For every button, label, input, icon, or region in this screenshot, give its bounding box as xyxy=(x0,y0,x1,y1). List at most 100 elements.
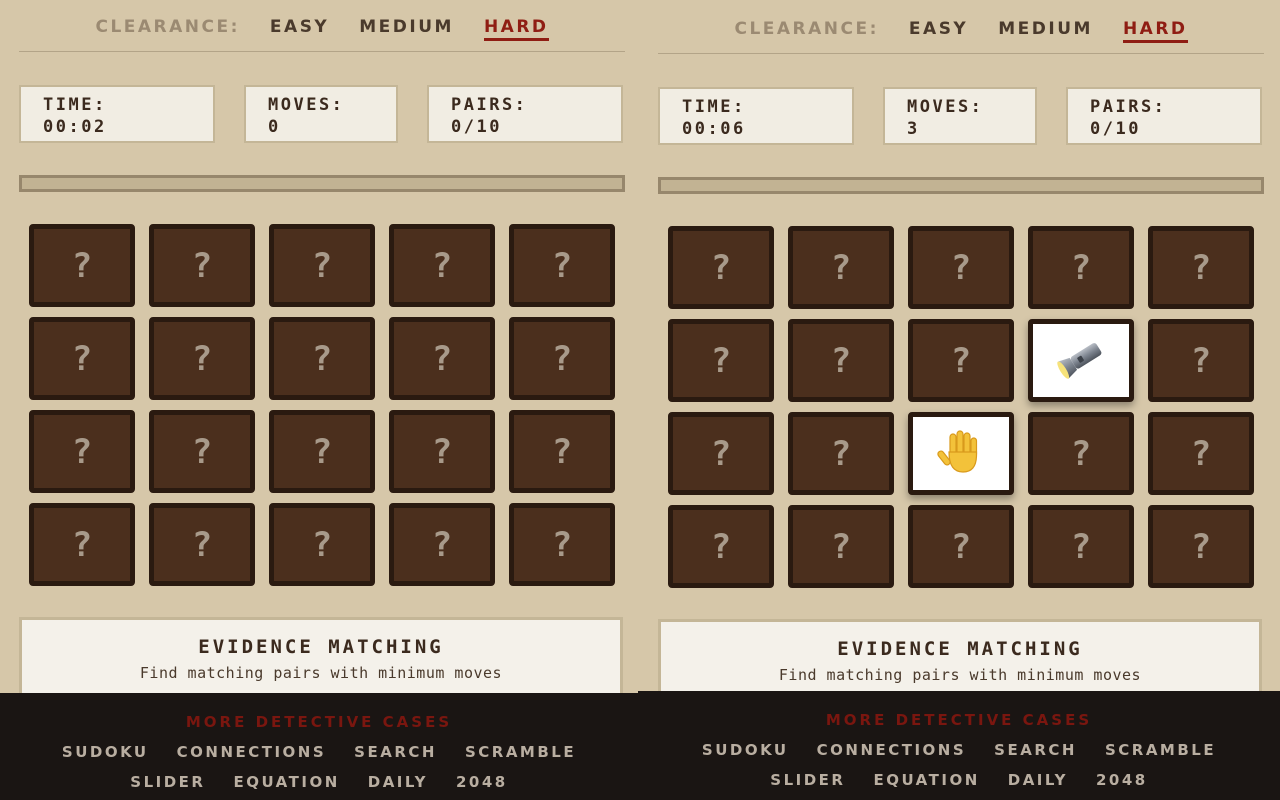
footer-link-2048[interactable]: 2048 xyxy=(1096,771,1148,789)
memory-card[interactable]: ? xyxy=(389,224,495,307)
memory-card[interactable]: ? xyxy=(1148,505,1254,588)
clearance-easy-option[interactable]: EASY xyxy=(270,17,329,38)
card-question-mark: ? xyxy=(431,338,453,379)
memory-card[interactable]: ? xyxy=(668,319,774,402)
footer-link-scramble[interactable]: SCRAMBLE xyxy=(1105,741,1216,759)
memory-card[interactable]: ? xyxy=(788,505,894,588)
game-panel-left: CLEARANCE: EASY MEDIUM HARD TIME: 00:02 … xyxy=(19,0,625,800)
card-question-mark: ? xyxy=(1070,526,1092,567)
memory-card[interactable]: ? xyxy=(908,226,1014,309)
game-title: EVIDENCE MATCHING xyxy=(837,638,1083,660)
memory-card[interactable]: ? xyxy=(788,319,894,402)
footer-link-sudoku[interactable]: SUDOKU xyxy=(62,743,149,761)
memory-card[interactable]: ? xyxy=(1148,319,1254,402)
footer-heading: MORE DETECTIVE CASES xyxy=(825,711,1093,729)
stats-bar: TIME: 00:02 MOVES: 0 PAIRS: 0/10 xyxy=(19,85,625,143)
game-subtitle: Find matching pairs with minimum moves xyxy=(139,664,503,682)
card-question-mark: ? xyxy=(710,526,732,567)
memory-card[interactable]: ? xyxy=(389,410,495,493)
memory-card[interactable]: ? xyxy=(1028,505,1134,588)
game-panel-right: CLEARANCE: EASY MEDIUM HARD TIME: 00:06 … xyxy=(658,2,1264,800)
card-question-mark: ? xyxy=(830,433,852,474)
footer-link-scramble[interactable]: SCRAMBLE xyxy=(465,743,576,761)
card-question-mark: ? xyxy=(71,524,93,565)
time-label: TIME: xyxy=(43,95,107,115)
memory-card[interactable]: ? xyxy=(389,503,495,586)
footer-links: SUDOKU CONNECTIONS SEARCH SCRAMBLE SLIDE… xyxy=(679,741,1239,789)
memory-card[interactable]: ? xyxy=(149,410,255,493)
card-question-mark: ? xyxy=(311,245,333,286)
card-question-mark: ? xyxy=(191,245,213,286)
memory-card[interactable]: ? xyxy=(1148,226,1254,309)
memory-card[interactable]: ? xyxy=(149,317,255,400)
memory-card[interactable]: ? xyxy=(29,410,135,493)
footer-link-sudoku[interactable]: SUDOKU xyxy=(702,741,789,759)
memory-card[interactable]: ? xyxy=(149,503,255,586)
moves-value: 3 xyxy=(907,119,920,139)
memory-card[interactable]: ? xyxy=(668,226,774,309)
time-stat: TIME: 00:06 xyxy=(658,87,854,145)
clearance-medium-option[interactable]: MEDIUM xyxy=(359,17,454,38)
pairs-stat: PAIRS: 0/10 xyxy=(1066,87,1262,145)
card-question-mark: ? xyxy=(1190,340,1212,381)
card-question-mark: ? xyxy=(311,524,333,565)
memory-card[interactable]: ? xyxy=(668,505,774,588)
memory-card[interactable] xyxy=(908,412,1014,495)
memory-card[interactable]: ? xyxy=(1028,412,1134,495)
footer-link-equation[interactable]: EQUATION xyxy=(233,773,339,791)
footer-link-search[interactable]: SEARCH xyxy=(994,741,1077,759)
footer-link-slider[interactable]: SLIDER xyxy=(130,773,205,791)
footer-link-2048[interactable]: 2048 xyxy=(456,773,508,791)
memory-card[interactable]: ? xyxy=(668,412,774,495)
progress-bar xyxy=(658,177,1264,194)
memory-card[interactable]: ? xyxy=(269,410,375,493)
card-question-mark: ? xyxy=(830,340,852,381)
time-value: 00:02 xyxy=(43,117,107,137)
stats-bar: TIME: 00:06 MOVES: 3 PAIRS: 0/10 xyxy=(658,87,1264,145)
memory-card[interactable]: ? xyxy=(788,412,894,495)
memory-card[interactable]: ? xyxy=(908,505,1014,588)
memory-card[interactable] xyxy=(1028,319,1134,402)
memory-card[interactable]: ? xyxy=(149,224,255,307)
pairs-label: PAIRS: xyxy=(451,95,528,115)
footer-right: MORE DETECTIVE CASES SUDOKU CONNECTIONS … xyxy=(638,691,1280,800)
card-question-mark: ? xyxy=(1190,526,1212,567)
memory-card[interactable]: ? xyxy=(509,503,615,586)
memory-card[interactable]: ? xyxy=(269,503,375,586)
card-question-mark: ? xyxy=(191,431,213,472)
memory-card[interactable]: ? xyxy=(1028,226,1134,309)
card-question-mark: ? xyxy=(551,524,573,565)
memory-card[interactable]: ? xyxy=(29,503,135,586)
memory-card[interactable]: ? xyxy=(269,224,375,307)
memory-card[interactable]: ? xyxy=(509,410,615,493)
footer-link-connections[interactable]: CONNECTIONS xyxy=(177,743,327,761)
card-question-mark: ? xyxy=(551,431,573,472)
memory-card[interactable]: ? xyxy=(29,224,135,307)
footer-link-slider[interactable]: SLIDER xyxy=(770,771,845,789)
footer-link-daily[interactable]: DAILY xyxy=(368,773,428,791)
memory-card[interactable]: ? xyxy=(908,319,1014,402)
footer-links: SUDOKU CONNECTIONS SEARCH SCRAMBLE SLIDE… xyxy=(39,743,599,791)
game-subtitle: Find matching pairs with minimum moves xyxy=(778,666,1142,684)
clearance-medium-option[interactable]: MEDIUM xyxy=(998,19,1093,40)
memory-card[interactable]: ? xyxy=(29,317,135,400)
clearance-hard-option[interactable]: HARD xyxy=(483,17,549,41)
card-question-mark: ? xyxy=(950,340,972,381)
footer-link-daily[interactable]: DAILY xyxy=(1008,771,1068,789)
memory-card[interactable]: ? xyxy=(269,317,375,400)
clearance-easy-option[interactable]: EASY xyxy=(909,19,968,40)
card-question-mark: ? xyxy=(950,526,972,567)
memory-card[interactable]: ? xyxy=(509,317,615,400)
footer-link-equation[interactable]: EQUATION xyxy=(873,771,979,789)
clearance-label: CLEARANCE: xyxy=(734,19,879,39)
memory-card[interactable]: ? xyxy=(389,317,495,400)
clearance-hard-option[interactable]: HARD xyxy=(1122,19,1188,43)
memory-card[interactable]: ? xyxy=(509,224,615,307)
memory-card[interactable]: ? xyxy=(788,226,894,309)
card-question-mark: ? xyxy=(830,247,852,288)
footer-link-search[interactable]: SEARCH xyxy=(354,743,437,761)
progress-bar xyxy=(19,175,625,192)
memory-card[interactable]: ? xyxy=(1148,412,1254,495)
footer-link-connections[interactable]: CONNECTIONS xyxy=(817,741,967,759)
moves-label: MOVES: xyxy=(907,97,984,117)
